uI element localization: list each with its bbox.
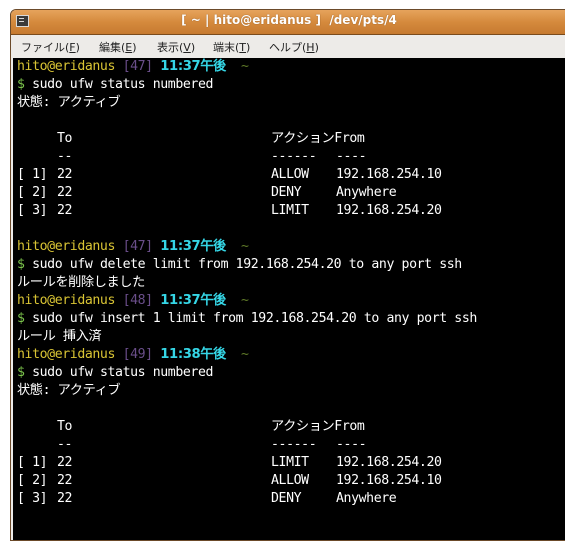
rule-number: [ 1] <box>17 167 48 182</box>
command-line: $ sudo ufw delete limit from 192.168.254… <box>17 256 462 274</box>
terminal-window: [ ~ | hito@eridanus ] /dev/pts/4 ファイル(F)… <box>10 9 565 541</box>
menu-file-paren: ) <box>75 41 80 54</box>
menu-help-mnemonic: H <box>306 41 315 54</box>
output-line: 状態: アクティブ <box>17 95 121 110</box>
menu-terminal[interactable]: 端末(T) <box>213 39 250 55</box>
rule-to: 22 <box>57 167 73 182</box>
command-text: sudo ufw status numbered <box>32 365 214 380</box>
prompt-cwd: ~ <box>240 59 249 74</box>
menu-edit-paren: ) <box>132 41 137 54</box>
prompt-history-number: [47] <box>122 239 154 254</box>
separator-from: ---- <box>336 149 367 164</box>
menu-terminal-label: 端末( <box>213 41 240 54</box>
menu-view-paren: ) <box>190 41 196 54</box>
menu-view-label: 表示( <box>157 41 184 54</box>
terminal-screen[interactable]: hito@eridanus [47] 11:37午後 ~ $ sudo ufw … <box>13 58 565 540</box>
rule-from: 192.168.254.10 <box>336 167 442 182</box>
menu-view[interactable]: 表示(V) <box>157 39 195 55</box>
prompt-user: hito@eridanus <box>17 59 116 74</box>
command-line: $ sudo ufw status numbered <box>17 76 213 94</box>
rule-from: 192.168.254.20 <box>336 203 442 218</box>
rule-number: [ 1] <box>17 455 48 470</box>
rule-from: Anywhere <box>336 491 397 506</box>
rule-to: 22 <box>57 185 73 200</box>
menu-terminal-paren: ) <box>246 41 251 54</box>
prompt-cwd: ~ <box>240 239 249 254</box>
prompt-user: hito@eridanus <box>17 293 116 308</box>
output-line: ルール 挿入済 <box>17 329 102 344</box>
rule-action: DENY <box>271 491 302 506</box>
rule-from: 192.168.254.20 <box>336 455 442 470</box>
prompt-line: hito@eridanus [48] 11:37午後 ~ <box>17 292 249 310</box>
prompt-user: hito@eridanus <box>17 239 116 254</box>
rule-action: DENY <box>271 185 302 200</box>
separator-to: -- <box>57 437 73 452</box>
menu-bar: ファイル(F) 編集(E) 表示(V) 端末(T) ヘルプ(H) <box>11 35 565 57</box>
prompt-line: hito@eridanus [47] 11:37午後 ~ <box>17 238 249 256</box>
prompt-dollar: $ <box>17 311 25 326</box>
header-to: To <box>57 131 73 146</box>
prompt-time: 11:37午後 <box>160 293 226 308</box>
menu-help-label: ヘルプ( <box>269 41 307 54</box>
command-line: $ sudo ufw insert 1 limit from 192.168.2… <box>17 310 477 328</box>
prompt-line: hito@eridanus [49] 11:38午後 ~ <box>17 346 249 364</box>
command-text: sudo ufw insert 1 limit from 192.168.254… <box>32 311 477 326</box>
rule-to: 22 <box>57 491 73 506</box>
prompt-user: hito@eridanus <box>17 347 116 362</box>
menu-file-label: ファイル( <box>21 41 70 54</box>
rule-action: ALLOW <box>271 473 309 488</box>
rule-from: 192.168.254.10 <box>336 473 442 488</box>
command-text: sudo ufw delete limit from 192.168.254.2… <box>32 257 462 272</box>
window-title: [ ~ | hito@eridanus ] /dev/pts/4 <box>181 13 397 27</box>
separator-to: -- <box>57 149 73 164</box>
prompt-cwd: ~ <box>240 347 249 362</box>
separator-from: ---- <box>336 437 367 452</box>
prompt-cwd: ~ <box>240 293 249 308</box>
title-bar[interactable]: [ ~ | hito@eridanus ] /dev/pts/4 <box>11 10 565 35</box>
menu-file[interactable]: ファイル(F) <box>21 39 80 55</box>
prompt-time: 11:37午後 <box>160 59 226 74</box>
command-text: sudo ufw status numbered <box>32 77 214 92</box>
rule-action: LIMIT <box>271 203 309 218</box>
prompt-line: hito@eridanus [47] 11:37午後 ~ <box>17 58 249 76</box>
header-action-from: アクションFrom <box>271 131 365 146</box>
prompt-time: 11:38午後 <box>160 347 226 362</box>
rule-number: [ 3] <box>17 203 48 218</box>
rule-number: [ 2] <box>17 185 48 200</box>
header-to: To <box>57 419 73 434</box>
rule-number: [ 3] <box>17 491 48 506</box>
prompt-dollar: $ <box>17 365 25 380</box>
separator-action: ------ <box>271 149 317 164</box>
menu-help-paren: ) <box>314 41 319 54</box>
prompt-history-number: [49] <box>122 347 154 362</box>
menu-edit-label: 編集( <box>99 41 126 54</box>
separator-action: ------ <box>271 437 317 452</box>
menu-edit[interactable]: 編集(E) <box>99 39 137 55</box>
prompt-time: 11:37午後 <box>160 239 226 254</box>
rule-action: LIMIT <box>271 455 309 470</box>
header-action-from: アクションFrom <box>271 419 365 434</box>
menu-help[interactable]: ヘルプ(H) <box>269 39 319 55</box>
prompt-history-number: [48] <box>122 293 154 308</box>
rule-action: ALLOW <box>271 167 309 182</box>
prompt-dollar: $ <box>17 257 25 272</box>
prompt-dollar: $ <box>17 77 25 92</box>
output-line: ルールを削除しました <box>17 275 145 290</box>
menu-view-mnemonic: V <box>183 41 191 54</box>
command-line: $ sudo ufw status numbered <box>17 364 213 382</box>
rule-to: 22 <box>57 455 73 470</box>
prompt-history-number: [47] <box>122 59 154 74</box>
rule-to: 22 <box>57 473 73 488</box>
rule-number: [ 2] <box>17 473 48 488</box>
rule-from: Anywhere <box>336 185 397 200</box>
rule-to: 22 <box>57 203 73 218</box>
output-line: 状態: アクティブ <box>17 383 121 398</box>
